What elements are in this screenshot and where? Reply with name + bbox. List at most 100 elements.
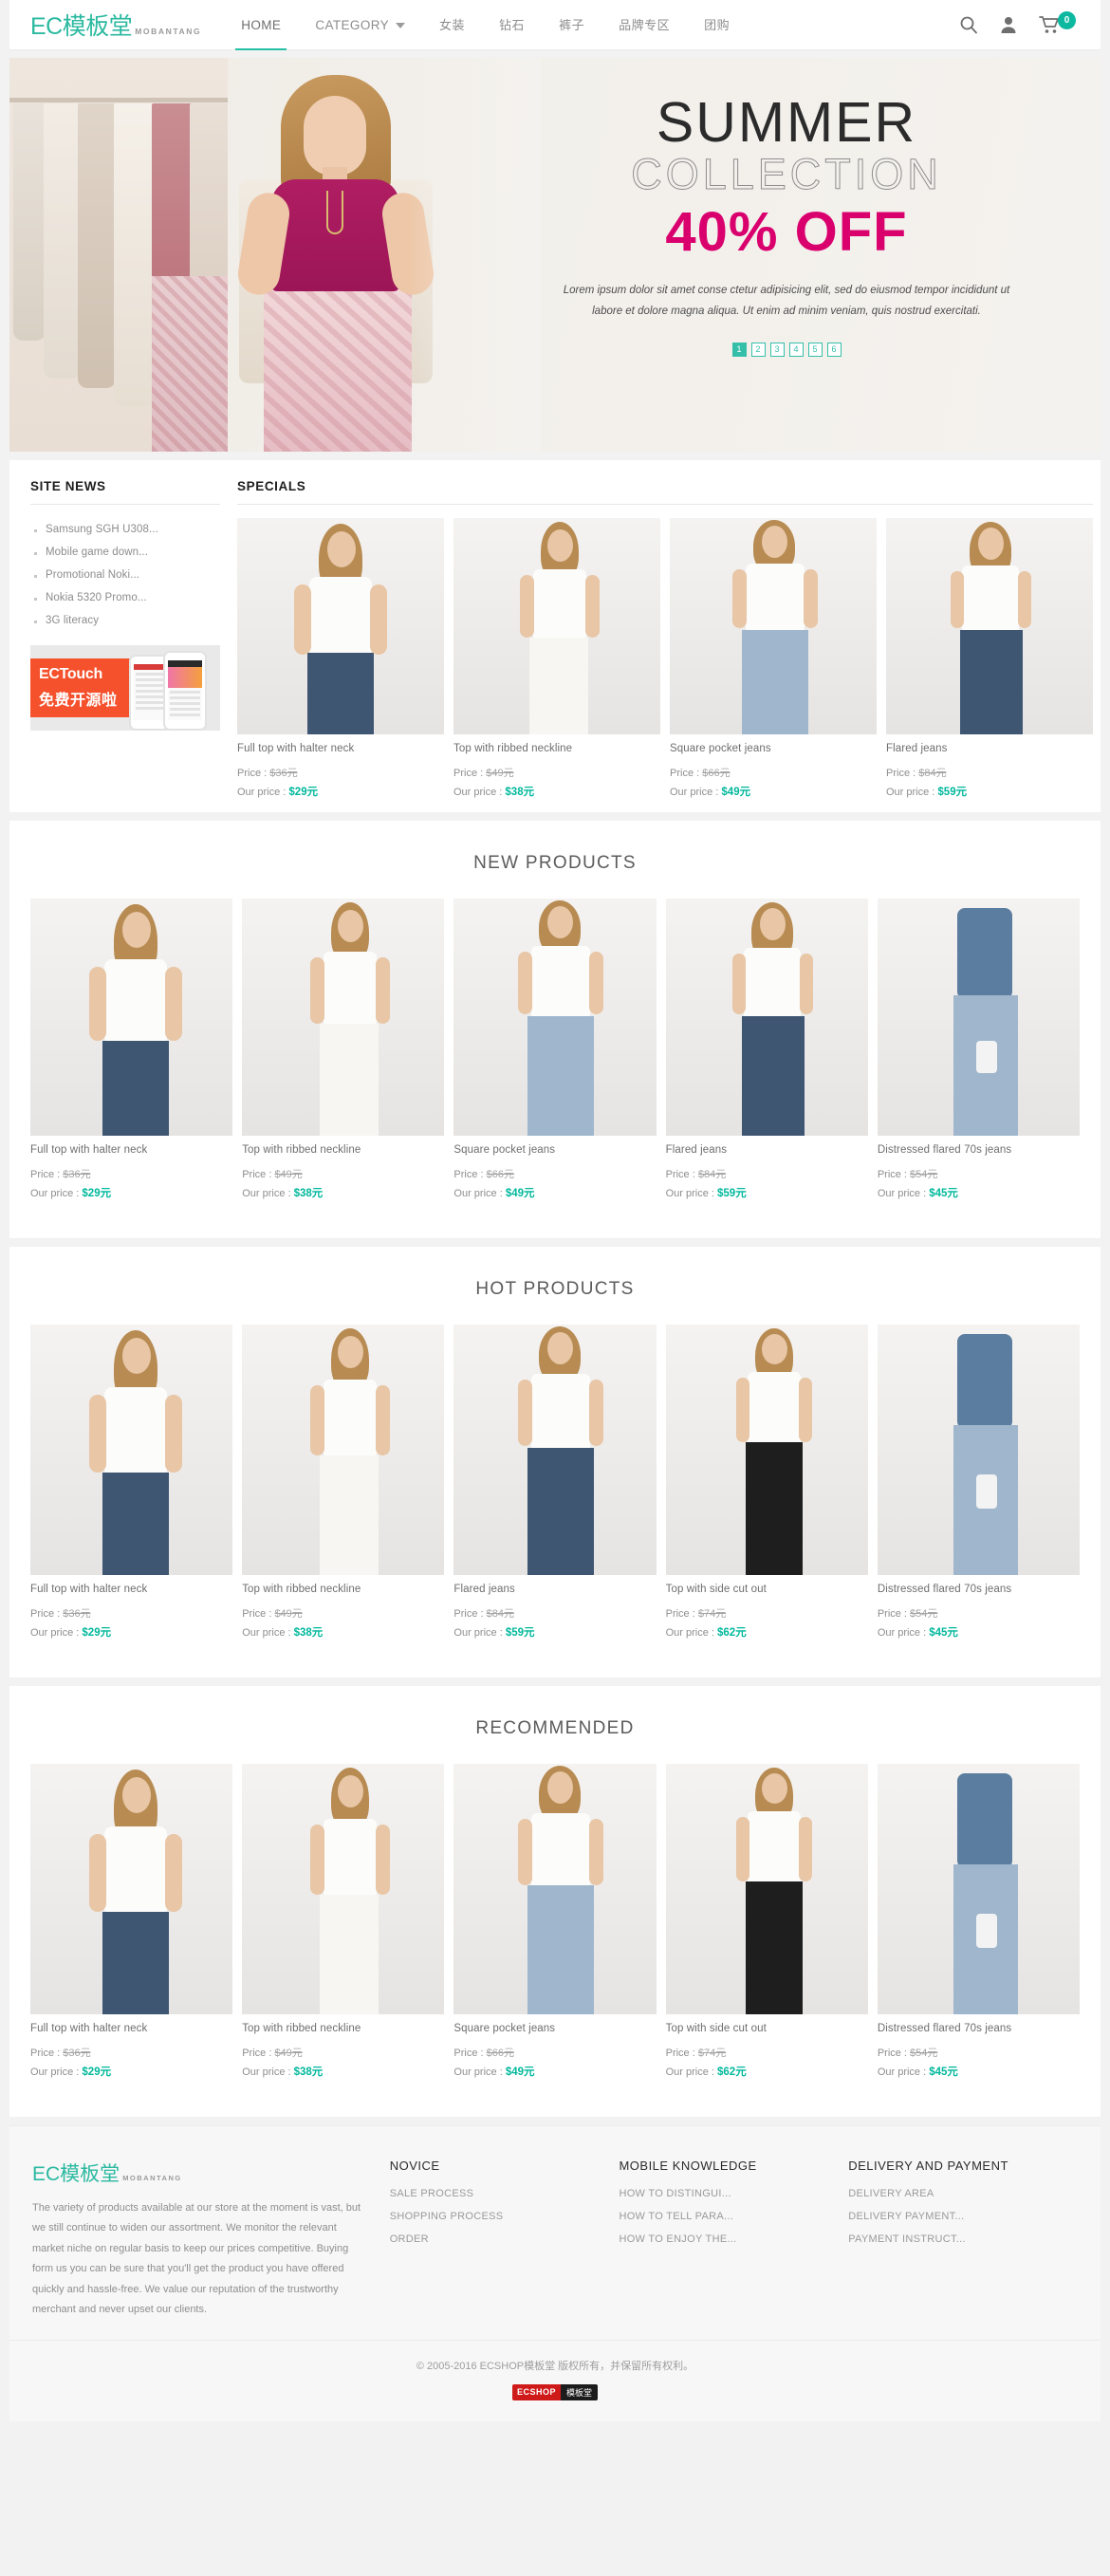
nav-item-brandzone[interactable]: 品牌专区 xyxy=(601,0,687,50)
product-card[interactable]: Top with side cut out Price : $74元 Our p… xyxy=(665,1764,868,2092)
product-image[interactable] xyxy=(242,1764,445,2014)
product-card[interactable]: Full top with halter neck Price : $36元 O… xyxy=(30,1764,233,2092)
product-image[interactable] xyxy=(665,899,868,1136)
banner-subtitle: COLLECTION xyxy=(631,150,942,199)
product-card[interactable]: Top with side cut out Price : $74元 Our p… xyxy=(665,1325,868,1653)
product-image[interactable] xyxy=(877,1764,1081,2014)
product-card[interactable]: Top with ribbed neckline Price : $49元 Ou… xyxy=(242,1325,445,1653)
news-item[interactable]: Nokia 5320 Promo... xyxy=(34,586,220,609)
product-sale-price: Our price : $62元 xyxy=(666,2064,868,2092)
news-item[interactable]: Promotional Noki... xyxy=(34,564,220,586)
product-image[interactable] xyxy=(453,1325,657,1575)
product-card[interactable]: Square pocket jeans Price : $66元 Our pri… xyxy=(453,1764,657,2092)
footer-link[interactable]: HOW TO TELL PARA... xyxy=(619,2211,848,2222)
price-label: Price : xyxy=(670,768,703,779)
page-root: EC模板堂 MOBANTANG HOME CATEGORY 女装 钻石 裤子 品… xyxy=(0,0,1110,2421)
banner-page-4[interactable]: 4 xyxy=(788,342,804,357)
nav-item-category[interactable]: CATEGORY xyxy=(298,0,422,50)
product-card[interactable]: Flared jeans Price : $84元 Our price : $5… xyxy=(453,1325,657,1653)
product-image[interactable] xyxy=(670,518,877,734)
product-image[interactable] xyxy=(877,1325,1081,1575)
nav-label: 品牌专区 xyxy=(619,17,671,32)
product-original-price: Price : $49元 xyxy=(242,1605,444,1621)
banner-page-5[interactable]: 5 xyxy=(807,342,823,357)
price-value: $49元 xyxy=(486,768,514,779)
product-image[interactable] xyxy=(877,899,1081,1136)
nav-item-diamond[interactable]: 钻石 xyxy=(482,0,542,50)
banner-title: SUMMER xyxy=(656,91,917,154)
product-card[interactable]: Square pocket jeans Price : $66元 Our pri… xyxy=(453,899,657,1214)
product-original-price: Price : $49元 xyxy=(242,1166,444,1181)
product-card[interactable]: Distressed flared 70s jeans Price : $54元… xyxy=(877,1325,1081,1653)
product-card[interactable]: Full top with halter neck Price : $36元 O… xyxy=(237,518,444,812)
footer-link[interactable]: HOW TO ENJOY THE... xyxy=(619,2233,848,2245)
site-logo[interactable]: EC模板堂 MOBANTANG xyxy=(30,8,201,42)
nav-item-pants[interactable]: 裤子 xyxy=(542,0,601,50)
our-price-value: $59元 xyxy=(717,1188,747,1199)
user-icon[interactable] xyxy=(999,15,1018,34)
footer-link[interactable]: DELIVERY AREA xyxy=(848,2188,1078,2199)
product-card[interactable]: Top with ribbed neckline Price : $49元 Ou… xyxy=(242,899,445,1214)
our-price-label: Our price : xyxy=(453,1627,506,1639)
product-card[interactable]: Full top with halter neck Price : $36元 O… xyxy=(30,899,233,1214)
product-sale-price: Our price : $38元 xyxy=(453,784,660,812)
recommended-heading: RECOMMENDED xyxy=(475,1718,635,1738)
footer-link[interactable]: DELIVERY PAYMENT... xyxy=(848,2211,1078,2222)
nav-item-womenswear[interactable]: 女装 xyxy=(422,0,482,50)
footer-link[interactable]: PAYMENT INSTRUCT... xyxy=(848,2233,1078,2245)
cart-count-badge: 0 xyxy=(1058,10,1076,29)
product-original-price: Price : $36元 xyxy=(30,1166,232,1181)
product-image[interactable] xyxy=(30,1325,233,1575)
nav-item-groupbuy[interactable]: 团购 xyxy=(687,0,747,50)
banner-page-6[interactable]: 6 xyxy=(826,342,842,357)
our-price-value: $29元 xyxy=(82,1627,112,1639)
product-image[interactable] xyxy=(242,899,445,1136)
product-image[interactable] xyxy=(453,899,657,1136)
nav-item-home[interactable]: HOME xyxy=(224,0,298,50)
product-image[interactable] xyxy=(30,1764,233,2014)
product-image[interactable] xyxy=(237,518,444,734)
our-price-value: $59元 xyxy=(937,787,968,798)
ectouch-ad-banner[interactable]: ECTouch 免费开源啦 xyxy=(30,645,220,731)
product-image[interactable] xyxy=(242,1325,445,1575)
product-image[interactable] xyxy=(886,518,1093,734)
footer-logo[interactable]: EC模板堂 MOBANTANG xyxy=(32,2159,361,2187)
price-label: Price : xyxy=(665,2048,698,2059)
product-image[interactable] xyxy=(453,1764,657,2014)
product-image[interactable] xyxy=(453,518,660,734)
product-card[interactable]: Distressed flared 70s jeans Price : $54元… xyxy=(877,1764,1081,2092)
product-card[interactable]: Flared jeans Price : $84元 Our price : $5… xyxy=(886,518,1093,812)
cart-button[interactable]: 0 xyxy=(1039,10,1076,34)
banner-page-2[interactable]: 2 xyxy=(750,342,766,357)
news-item[interactable]: Samsung SGH U308... xyxy=(34,518,220,541)
footer-link[interactable]: HOW TO DISTINGUI... xyxy=(619,2188,848,2199)
our-price-label: Our price : xyxy=(877,1188,930,1199)
product-card[interactable]: Top with ribbed neckline Price : $49元 Ou… xyxy=(453,518,660,812)
product-image[interactable] xyxy=(665,1764,868,2014)
product-card[interactable]: Top with ribbed neckline Price : $49元 Ou… xyxy=(242,1764,445,2092)
product-card[interactable]: Flared jeans Price : $84元 Our price : $5… xyxy=(665,899,868,1214)
footer-link[interactable]: SHOPPING PROCESS xyxy=(390,2211,620,2222)
our-price-label: Our price : xyxy=(877,2066,930,2078)
price-label: Price : xyxy=(242,1169,275,1180)
product-image[interactable] xyxy=(30,899,233,1136)
specials-heading: SPECIALS xyxy=(237,479,306,493)
news-item[interactable]: 3G literacy xyxy=(34,609,220,632)
product-card[interactable]: Full top with halter neck Price : $36元 O… xyxy=(30,1325,233,1653)
banner-page-3[interactable]: 3 xyxy=(769,342,785,357)
product-image[interactable] xyxy=(665,1325,868,1575)
price-label: Price : xyxy=(665,1169,698,1180)
our-price-label: Our price : xyxy=(886,787,938,798)
footer-column-novice: NOVICE SALE PROCESS SHOPPING PROCESS ORD… xyxy=(390,2159,620,2321)
product-sale-price: Our price : $62元 xyxy=(666,1624,868,1653)
banner-page-1[interactable]: 1 xyxy=(731,342,747,357)
news-item[interactable]: Mobile game down... xyxy=(34,541,220,564)
product-card[interactable]: Distressed flared 70s jeans Price : $54元… xyxy=(877,899,1081,1214)
ecshop-badge[interactable]: ECSHOP 模板堂 xyxy=(511,2383,599,2400)
product-card[interactable]: Square pocket jeans Price : $66元 Our pri… xyxy=(670,518,877,812)
nav-label: 钻石 xyxy=(499,17,526,32)
footer-link[interactable]: SALE PROCESS xyxy=(390,2188,620,2199)
product-title: Square pocket jeans xyxy=(670,743,771,754)
search-icon[interactable] xyxy=(959,15,978,34)
footer-link[interactable]: ORDER xyxy=(390,2233,620,2245)
